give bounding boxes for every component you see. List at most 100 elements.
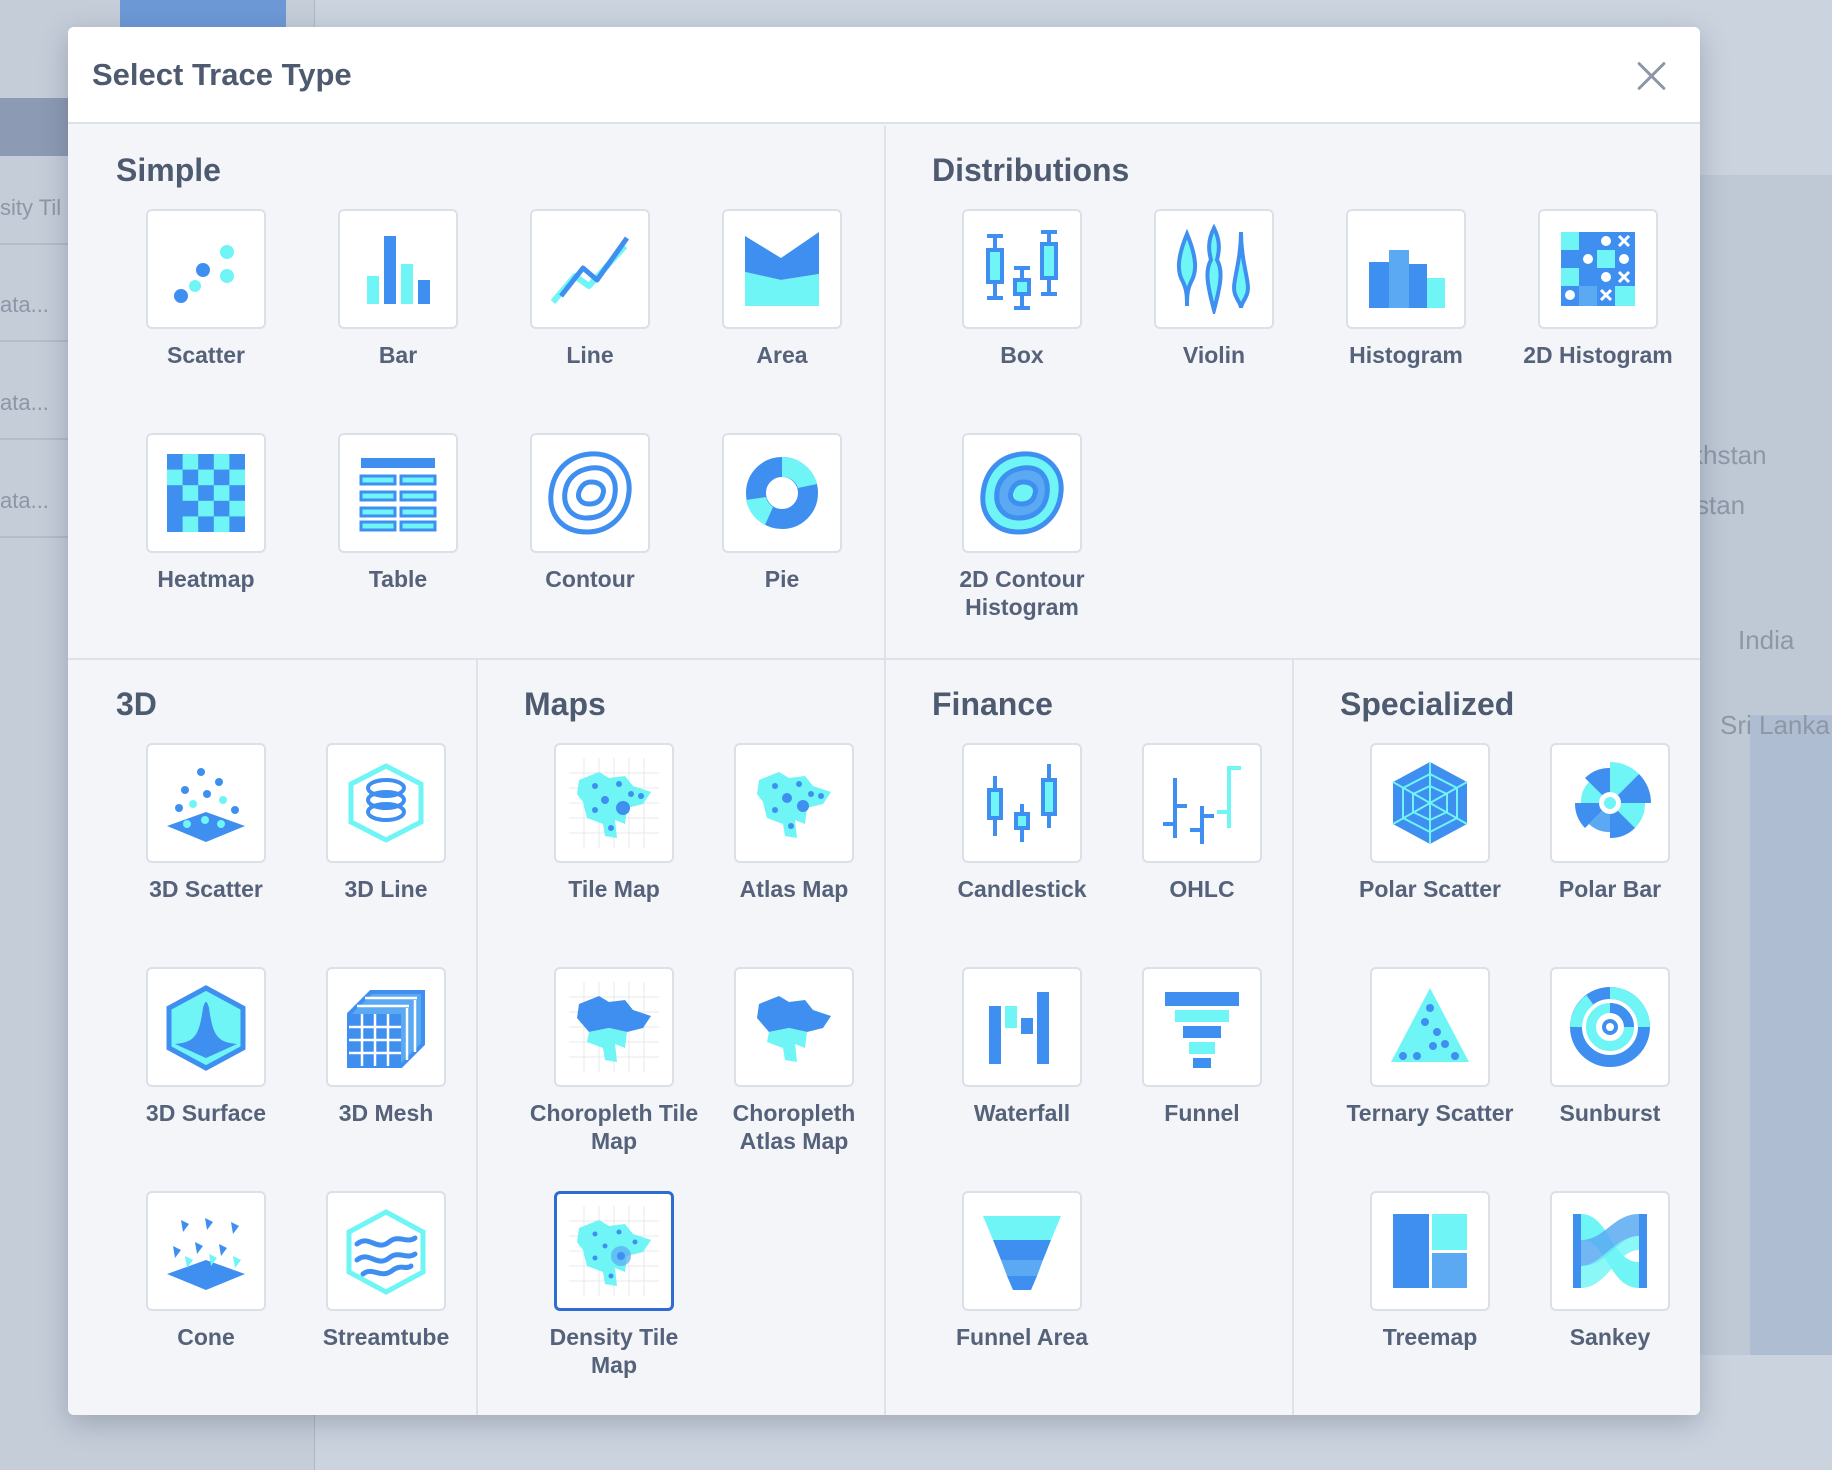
item-label: Funnel Area — [955, 1324, 1089, 1350]
item-label: Area — [756, 342, 808, 368]
map-sea — [1750, 715, 1832, 1355]
section-title-specialized: Specialized — [1340, 686, 1515, 722]
item-label: Candlestick — [957, 876, 1087, 902]
trace-type-histogram[interactable]: Histogram — [1316, 209, 1496, 369]
trace-type-waterfall[interactable]: Waterfall — [932, 967, 1112, 1127]
trace-type-candlestick[interactable]: Candlestick — [932, 743, 1112, 903]
tile — [530, 433, 650, 553]
density-tile-map-icon — [569, 1206, 659, 1296]
tile — [146, 743, 266, 863]
trace-type-sankey[interactable]: Sankey — [1520, 1191, 1700, 1351]
trace-type-area[interactable]: Area — [692, 209, 872, 369]
trace-type-atlas-map[interactable]: Atlas Map — [704, 743, 884, 903]
tile — [722, 209, 842, 329]
trace-type-pie[interactable]: Pie — [692, 433, 872, 593]
section-title-maps: Maps — [524, 686, 606, 722]
item-label: Bar — [378, 342, 418, 368]
tile — [1550, 1191, 1670, 1311]
background-item-label: ata... — [0, 390, 49, 415]
trace-type-ohlc[interactable]: OHLC — [1112, 743, 1292, 903]
map-label: India — [1738, 625, 1795, 655]
dialog-header: Select Trace Type — [68, 27, 1700, 124]
ohlc-icon — [1163, 766, 1241, 844]
item-label: Choropleth Tile Map — [529, 1100, 699, 1154]
tile — [1142, 743, 1262, 863]
item-label: Box — [1000, 342, 1044, 368]
tile-selected — [554, 1191, 674, 1311]
trace-type-bar[interactable]: Bar — [308, 209, 488, 369]
item-label: 3D Line — [344, 876, 428, 902]
map-label: Sri Lanka — [1720, 710, 1830, 740]
trace-type-2d-histogram[interactable]: 2D Histogram — [1508, 209, 1688, 369]
trace-type-polar-bar[interactable]: Polar Bar — [1520, 743, 1700, 903]
item-label: Treemap — [1382, 1324, 1478, 1350]
tile — [554, 743, 674, 863]
trace-type-3d-surface[interactable]: 3D Surface — [116, 967, 296, 1127]
tile — [1370, 967, 1490, 1087]
tile — [1550, 967, 1670, 1087]
item-label: Histogram — [1349, 342, 1463, 368]
tile — [146, 433, 266, 553]
pie-chart-icon — [746, 456, 818, 529]
tile — [1550, 743, 1670, 863]
3d-scatter-icon — [167, 768, 245, 842]
tile — [338, 209, 458, 329]
section-divider — [884, 126, 886, 1415]
ternary-scatter-icon — [1391, 988, 1469, 1062]
tile — [1370, 1191, 1490, 1311]
violin-plot-icon — [1176, 224, 1250, 314]
trace-type-contour[interactable]: Contour — [500, 433, 680, 593]
background-map: khstan stan India Sri Lanka — [1690, 175, 1832, 1355]
trace-type-tile-map[interactable]: Tile Map — [524, 743, 704, 903]
choropleth-atlas-map-icon — [757, 996, 831, 1062]
tile — [554, 967, 674, 1087]
streamtube-icon — [346, 1209, 426, 1295]
background-item-label: sity Til — [0, 195, 62, 220]
heatmap-icon — [167, 454, 245, 532]
3d-surface-icon — [166, 985, 246, 1071]
sunburst-icon — [1570, 987, 1650, 1067]
tile — [962, 209, 1082, 329]
trace-type-heatmap[interactable]: Heatmap — [116, 433, 296, 593]
trace-type-polar-scatter[interactable]: Polar Scatter — [1340, 743, 1520, 903]
trace-type-line[interactable]: Line — [500, 209, 680, 369]
trace-type-3d-scatter[interactable]: 3D Scatter — [116, 743, 296, 903]
item-label: Pie — [764, 566, 800, 592]
tile — [1538, 209, 1658, 329]
trace-type-choropleth-atlas-map[interactable]: Choropleth Atlas Map — [704, 967, 884, 1155]
trace-type-3d-line[interactable]: 3D Line — [296, 743, 476, 903]
trace-type-treemap[interactable]: Treemap — [1340, 1191, 1520, 1351]
trace-type-funnel[interactable]: Funnel — [1112, 967, 1292, 1127]
item-label: Density Tile Map — [549, 1324, 679, 1378]
trace-type-density-tile-map[interactable]: Density Tile Map — [524, 1191, 704, 1379]
tile — [146, 967, 266, 1087]
tile — [146, 209, 266, 329]
choropleth-tile-map-icon — [569, 982, 659, 1072]
table-icon — [359, 458, 437, 532]
box-plot-icon — [986, 230, 1058, 310]
trace-type-streamtube[interactable]: Streamtube — [296, 1191, 476, 1351]
trace-type-cone[interactable]: Cone — [116, 1191, 296, 1351]
item-label: Heatmap — [157, 566, 255, 592]
bar-chart-icon — [367, 236, 430, 304]
polar-bar-icon — [1574, 762, 1651, 839]
trace-type-box[interactable]: Box — [932, 209, 1112, 369]
item-label: Tile Map — [568, 876, 660, 902]
area-chart-icon — [745, 232, 819, 306]
trace-type-sunburst[interactable]: Sunburst — [1520, 967, 1700, 1127]
trace-type-3d-mesh[interactable]: 3D Mesh — [296, 967, 476, 1127]
trace-type-table[interactable]: Table — [308, 433, 488, 593]
polar-scatter-icon — [1392, 762, 1468, 844]
trace-type-scatter[interactable]: Scatter — [116, 209, 296, 369]
trace-type-ternary-scatter[interactable]: Ternary Scatter — [1340, 967, 1520, 1127]
background-item-label: ata... — [0, 488, 49, 513]
trace-type-2d-contour-histogram[interactable]: 2D Contour Histogram — [932, 433, 1112, 621]
trace-type-choropleth-tile-map[interactable]: Choropleth Tile Map — [524, 967, 704, 1155]
trace-type-violin[interactable]: Violin — [1124, 209, 1304, 369]
dialog-body: Simple Distributions 3D Maps Finance Spe… — [68, 126, 1700, 1415]
trace-type-funnel-area[interactable]: Funnel Area — [932, 1191, 1112, 1351]
close-icon[interactable] — [1630, 55, 1672, 97]
3d-mesh-icon — [347, 990, 425, 1068]
2d-histogram-icon — [1561, 232, 1635, 306]
select-trace-type-dialog: Select Trace Type Simple Distributions 3… — [68, 27, 1700, 1415]
